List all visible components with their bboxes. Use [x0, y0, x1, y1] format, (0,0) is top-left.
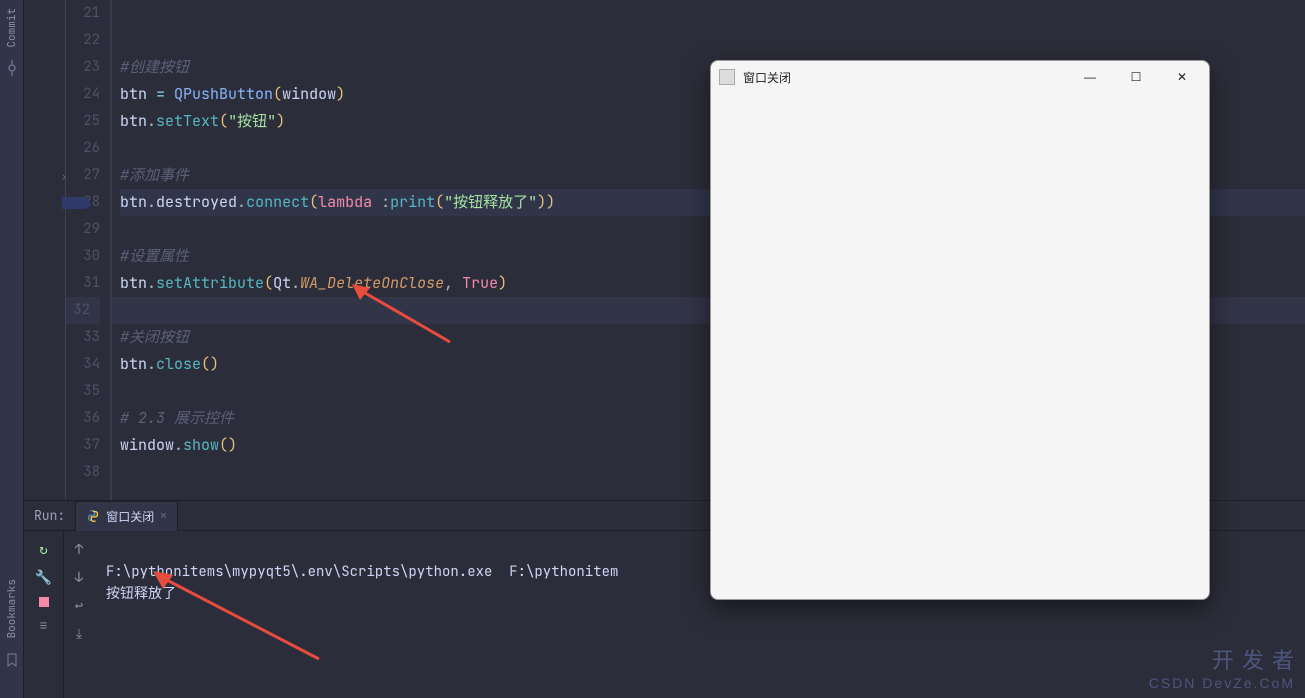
qt-app-window[interactable]: 窗口关闭 — ☐ ✕ — [710, 60, 1210, 600]
fold-strip: › › — [24, 0, 66, 500]
stop-button[interactable] — [39, 597, 49, 607]
run-tab[interactable]: 窗口关闭 ✕ — [75, 501, 178, 531]
ide-left-sidebar: Commit Bookmarks — [0, 0, 24, 698]
minimize-button[interactable]: — — [1067, 61, 1113, 93]
code-line — [120, 27, 1305, 54]
fold-indicator-icon[interactable]: › — [61, 170, 67, 183]
down-arrow-icon[interactable]: ↓ — [70, 569, 88, 587]
annotation-arrow — [149, 567, 329, 667]
sidebar-tab-commit[interactable]: Commit — [5, 8, 19, 48]
run-tab-label: 窗口关闭 — [106, 508, 154, 525]
run-toolbar-secondary: ↑ ↓ ↩ ⤓ — [64, 531, 94, 698]
bookmark-icon — [4, 652, 20, 668]
breakpoint-marker[interactable] — [62, 197, 90, 209]
layout-icon[interactable]: ≡ — [35, 617, 53, 635]
python-icon — [86, 509, 100, 523]
console-line: F:\pythonitems\mypyqt5\.env\Scripts\pyth… — [106, 563, 618, 581]
scroll-to-end-icon[interactable]: ⤓ — [70, 625, 88, 643]
watermark: 开 发 者 CSDN DevZe.CoM — [1149, 650, 1295, 694]
maximize-button[interactable]: ☐ — [1113, 61, 1159, 93]
console-line: 按钮释放了 — [106, 585, 176, 603]
close-icon[interactable]: ✕ — [160, 509, 167, 523]
close-button[interactable]: ✕ — [1159, 61, 1205, 93]
sidebar-tab-bookmarks[interactable]: Bookmarks — [5, 571, 19, 638]
line-number-gutter: 212223242526272829303132333435363738 — [66, 0, 110, 500]
run-panel-label: Run: — [24, 507, 75, 524]
up-arrow-icon[interactable]: ↑ — [70, 541, 88, 559]
qt-titlebar[interactable]: 窗口关闭 — ☐ ✕ — [711, 61, 1209, 93]
qt-app-icon — [719, 69, 735, 85]
code-line — [120, 0, 1305, 27]
rerun-button[interactable]: ↻ — [35, 541, 53, 559]
wrench-icon[interactable]: 🔧 — [35, 569, 53, 587]
qt-window-title: 窗口关闭 — [743, 69, 1067, 86]
run-toolbar-primary: ↻ 🔧 ≡ — [24, 531, 64, 698]
soft-wrap-icon[interactable]: ↩ — [70, 597, 88, 615]
commit-icon — [4, 60, 20, 76]
